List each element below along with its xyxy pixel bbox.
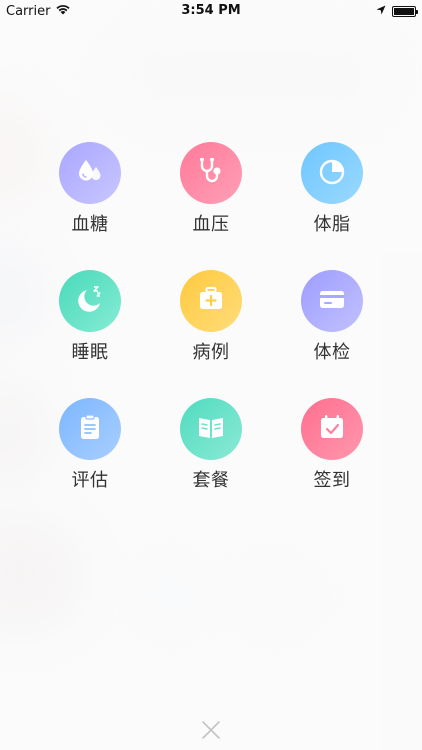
menu-item-label: 血压 xyxy=(192,214,230,235)
menu-item-icon-circle xyxy=(301,398,363,460)
menu-item-sleep[interactable]: 睡眠 xyxy=(30,270,150,370)
menu-item-body-fat[interactable]: 体脂 xyxy=(272,142,392,242)
location-arrow-icon xyxy=(376,4,386,19)
menu-item-label: 签到 xyxy=(313,470,351,491)
menu-item-label: 体检 xyxy=(313,342,351,363)
menu-item-icon-circle xyxy=(301,270,363,332)
menu-item-package[interactable]: 套餐 xyxy=(151,398,271,498)
menu-item-assessment[interactable]: 评估 xyxy=(30,398,150,498)
blurred-background xyxy=(0,0,422,750)
menu-item-label: 套餐 xyxy=(192,470,230,491)
menu-item-checkup[interactable]: 体检 xyxy=(272,270,392,370)
menu-item-label: 病例 xyxy=(192,342,230,363)
medical-kit-icon xyxy=(194,282,228,320)
close-button[interactable] xyxy=(199,718,223,742)
menu-item-check-in[interactable]: 签到 xyxy=(272,398,392,498)
menu-item-icon-circle xyxy=(59,270,121,332)
book-icon xyxy=(194,410,228,448)
close-icon xyxy=(199,721,223,746)
menu-item-icon-circle xyxy=(180,398,242,460)
menu-item-label: 睡眠 xyxy=(71,342,109,363)
card-icon xyxy=(315,282,349,320)
battery-icon xyxy=(392,6,418,17)
menu-item-label: 评估 xyxy=(71,470,109,491)
menu-item-icon-circle xyxy=(180,142,242,204)
status-bar: Carrier 3:54 PM xyxy=(0,0,422,22)
menu-item-label: 体脂 xyxy=(313,214,351,235)
moon-icon xyxy=(73,282,107,320)
menu-item-icon-circle xyxy=(59,142,121,204)
menu-item-icon-circle xyxy=(180,270,242,332)
menu-item-blood-sugar[interactable]: 血糖 xyxy=(30,142,150,242)
clipboard-icon xyxy=(73,410,107,448)
stethoscope-icon xyxy=(194,154,228,192)
menu-item-medical-record[interactable]: 病例 xyxy=(151,270,271,370)
menu-item-icon-circle xyxy=(301,142,363,204)
blood-drop-icon xyxy=(73,154,107,192)
menu-item-icon-circle xyxy=(59,398,121,460)
menu-item-blood-pressure[interactable]: 血压 xyxy=(151,142,271,242)
calendar-check-icon xyxy=(315,410,349,448)
status-time: 3:54 PM xyxy=(181,3,241,18)
menu-item-label: 血糖 xyxy=(71,214,109,235)
pie-chart-icon xyxy=(315,154,349,192)
status-bar-right xyxy=(376,4,418,19)
